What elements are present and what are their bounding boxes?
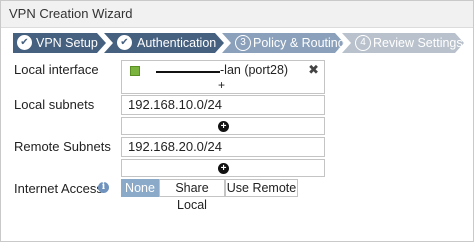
step-number: 3 [235, 35, 251, 51]
local-interface-field[interactable]: -lan (port28) ✖ + [121, 60, 325, 94]
window-title: VPN Creation Wizard [1, 1, 473, 28]
step-review-settings[interactable]: 4 Review Settings [342, 33, 464, 53]
step-vpn-setup[interactable]: ✔ VPN Setup [13, 33, 106, 53]
remove-interface-icon[interactable]: ✖ [308, 62, 319, 78]
option-none[interactable]: None [121, 179, 159, 197]
local-interface-label: Local interface [14, 62, 99, 77]
step-policy-routing[interactable]: 3 Policy & Routing [222, 33, 344, 53]
vpn-wizard-window: VPN Creation Wizard ✔ VPN Setup ✔ Authen… [0, 0, 474, 242]
step-label: Authentication [137, 36, 217, 50]
checkmark-icon: ✔ [117, 35, 132, 50]
checkmark-icon: ✔ [17, 35, 32, 50]
add-local-subnet-row[interactable]: + [121, 117, 325, 135]
add-remote-subnet-row[interactable]: + [121, 159, 325, 177]
step-label: Review Settings [373, 36, 463, 50]
step-label: Policy & Routing [253, 36, 345, 50]
option-use-remote[interactable]: Use Remote [225, 179, 298, 197]
interface-port-icon [130, 66, 140, 76]
internet-access-label: Internet Access [14, 181, 103, 196]
remote-subnet-input[interactable]: 192.168.20.0/24 [121, 137, 325, 157]
local-subnets-label: Local subnets [14, 97, 95, 112]
redacted-name-mark [156, 71, 220, 73]
step-label: VPN Setup [36, 36, 98, 50]
remote-subnets-label: Remote Subnets [14, 139, 111, 154]
add-interface-icon[interactable]: + [218, 78, 225, 92]
local-subnet-input[interactable]: 192.168.10.0/24 [121, 95, 325, 115]
step-number: 4 [355, 35, 371, 51]
local-interface-value: -lan (port28) [220, 63, 289, 77]
add-circle-icon[interactable]: + [218, 121, 229, 132]
option-share-local[interactable]: Share Local [159, 179, 225, 212]
step-authentication[interactable]: ✔ Authentication [104, 33, 224, 53]
add-circle-icon[interactable]: + [218, 163, 229, 174]
info-icon[interactable]: i [98, 182, 109, 193]
